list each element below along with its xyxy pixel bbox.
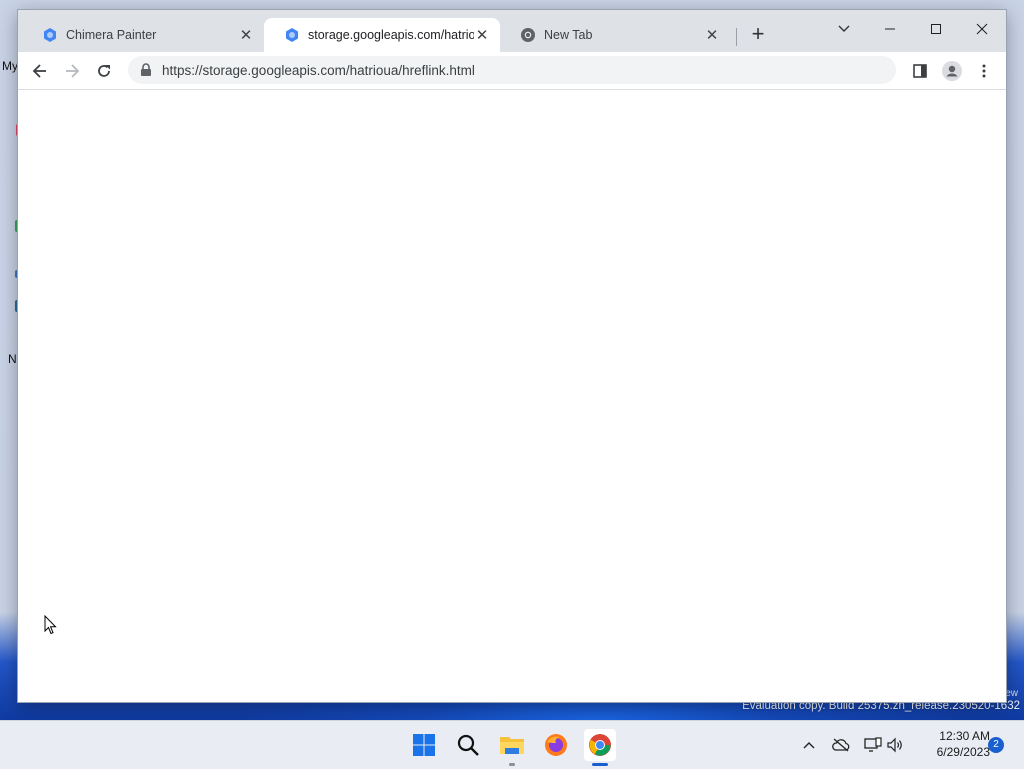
cloud-storage-icon (44, 28, 56, 42)
desktop-icon-label[interactable]: My (2, 59, 18, 73)
cloud-offline-icon (832, 738, 850, 752)
tab-strip: Chimera Painter ✕ storage.googleapis.com… (18, 10, 1006, 52)
speaker-icon (887, 737, 902, 753)
running-indicator (509, 763, 515, 766)
network-button[interactable] (862, 721, 884, 769)
clock-date: 6/29/2023 (936, 745, 990, 759)
menu-button[interactable] (971, 58, 997, 84)
tab-title: Chimera Painter (66, 28, 157, 42)
chevron-up-icon (803, 742, 815, 749)
profile-button[interactable] (939, 58, 965, 84)
close-window-button[interactable] (962, 16, 1002, 42)
firefox-button[interactable] (540, 729, 572, 761)
minimize-button[interactable] (870, 16, 910, 42)
tab-search-button[interactable] (824, 16, 864, 42)
search-icon (457, 734, 479, 756)
address-bar[interactable]: https://storage.googleapis.com/hatrioua/… (128, 56, 896, 84)
forward-button[interactable] (59, 58, 85, 84)
tab-storage-googleapis[interactable]: storage.googleapis.com/hatrioua ✕ (264, 18, 500, 52)
onedrive-button[interactable] (830, 721, 852, 769)
browser-toolbar: https://storage.googleapis.com/hatrioua/… (18, 52, 1006, 90)
firefox-icon (545, 734, 567, 756)
chevron-down-icon (838, 25, 850, 32)
kebab-menu-icon (982, 64, 986, 78)
cloud-storage-icon (286, 28, 298, 42)
watermark-fragment: ew (1005, 688, 1018, 699)
chrome-icon (521, 28, 535, 42)
close-tab-icon[interactable]: ✕ (474, 27, 490, 44)
desktop-icon-label[interactable]: N (8, 352, 17, 366)
arrow-right-icon (66, 64, 80, 78)
clock[interactable]: 12:30 AM 6/29/2023 (910, 728, 990, 760)
new-tab-button[interactable]: + (747, 23, 769, 46)
chrome-icon (589, 734, 611, 756)
reload-icon (98, 65, 110, 77)
lock-icon[interactable] (140, 63, 152, 77)
minimize-icon (885, 28, 895, 30)
arrow-left-icon (32, 64, 46, 78)
reload-button[interactable] (91, 58, 117, 84)
file-explorer-button[interactable] (496, 729, 528, 761)
clock-time: 12:30 AM (939, 729, 990, 743)
side-panel-button[interactable] (907, 58, 933, 84)
mouse-cursor-icon (44, 615, 57, 635)
file-explorer-icon (500, 737, 524, 754)
notification-badge[interactable]: 2 (988, 737, 1004, 753)
start-button[interactable] (408, 729, 440, 761)
tab-chimera-painter[interactable]: Chimera Painter ✕ (22, 18, 264, 52)
close-tab-icon[interactable]: ✕ (238, 27, 254, 44)
side-panel-icon (913, 64, 927, 78)
close-icon (976, 23, 988, 35)
search-button[interactable] (452, 729, 484, 761)
avatar-icon (942, 61, 962, 81)
back-button[interactable] (27, 58, 53, 84)
close-tab-icon[interactable]: ✕ (704, 27, 720, 44)
page-content[interactable] (18, 90, 1006, 702)
active-indicator (592, 763, 608, 766)
browser-window: Chimera Painter ✕ storage.googleapis.com… (18, 10, 1006, 702)
tab-title: New Tab (544, 28, 593, 42)
maximize-icon (931, 24, 941, 34)
url-text[interactable]: https://storage.googleapis.com/hatrioua/… (162, 63, 475, 78)
start-icon (413, 734, 435, 756)
tab-new-tab[interactable]: New Tab ✕ (500, 18, 730, 52)
network-icon (864, 737, 882, 752)
maximize-button[interactable] (916, 16, 956, 42)
chrome-button[interactable] (584, 729, 616, 761)
tab-separator (736, 28, 737, 46)
volume-button[interactable] (884, 721, 906, 769)
taskbar: 12:30 AM 6/29/2023 2 (0, 720, 1024, 769)
show-hidden-icons-button[interactable] (798, 721, 820, 769)
tab-title: storage.googleapis.com/hatrioua (308, 28, 474, 42)
